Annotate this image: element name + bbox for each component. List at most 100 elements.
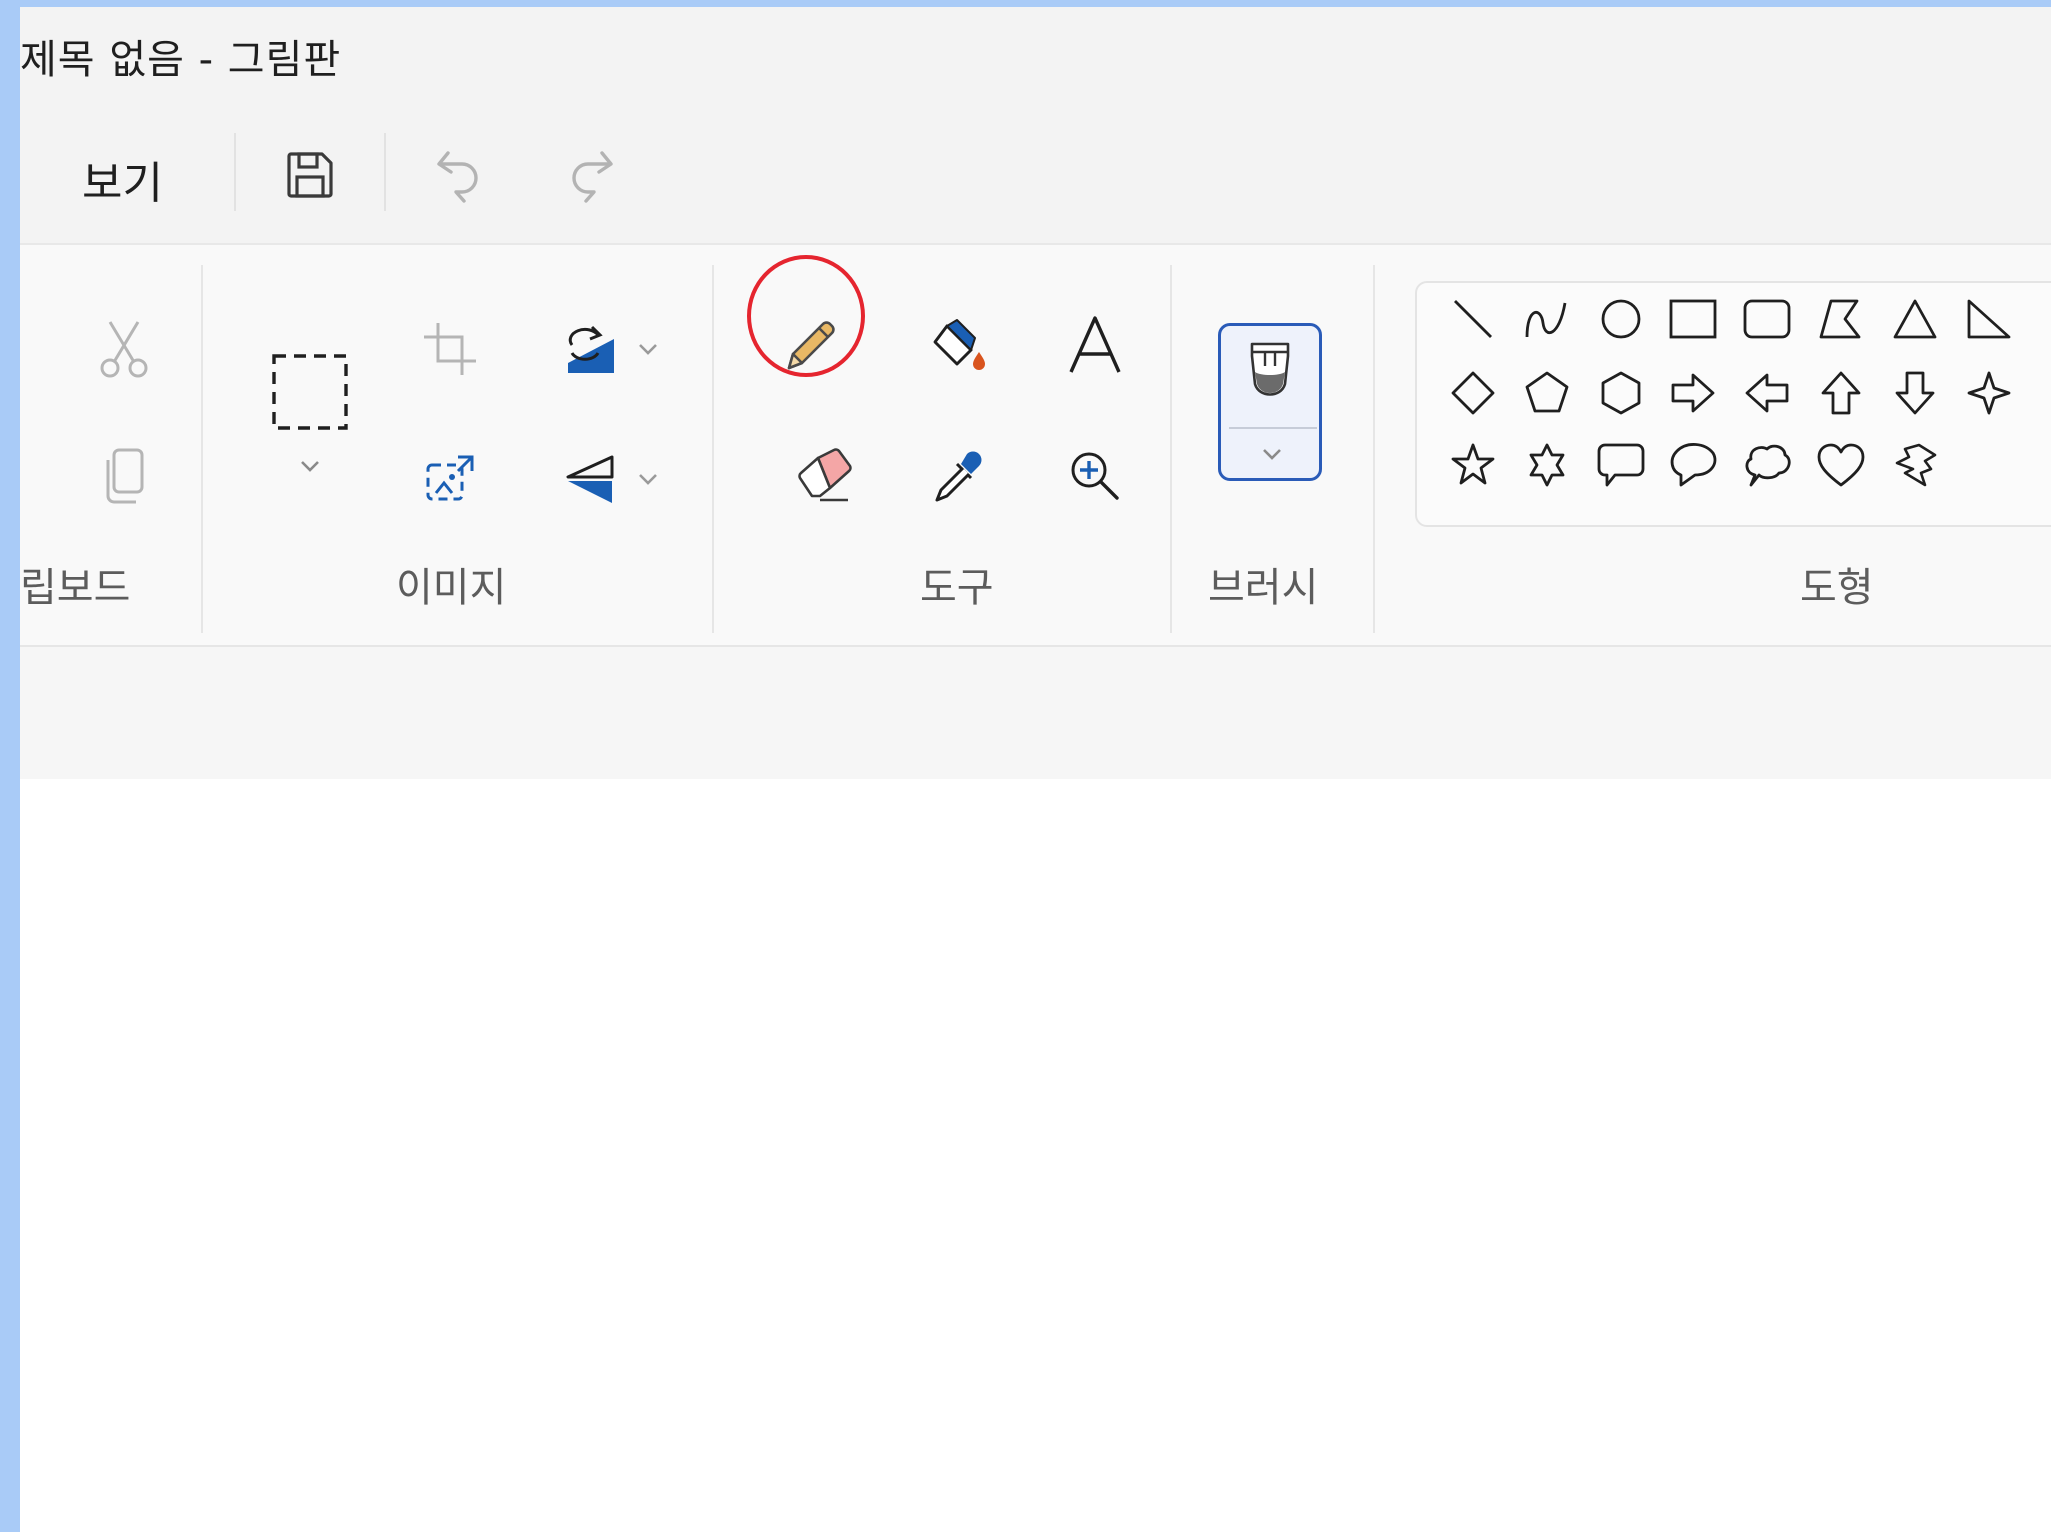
group-label-clipboard: 립보드 <box>20 565 131 611</box>
lightning-shape-icon <box>1895 443 1937 487</box>
rotate-icon <box>568 325 614 373</box>
redo-icon <box>572 151 613 203</box>
text-icon <box>1069 316 1121 373</box>
shape-rounded-rectangle[interactable] <box>1741 293 1793 345</box>
shape-line[interactable] <box>1447 293 1499 345</box>
six-point-star-shape-icon <box>1529 443 1565 487</box>
pentagon-shape-icon <box>1525 371 1569 413</box>
flip-dropdown-chevron[interactable] <box>634 469 662 489</box>
shape-six-point-star[interactable] <box>1521 439 1573 491</box>
shape-rounded-callout[interactable] <box>1595 439 1647 491</box>
flip-icon <box>566 455 614 503</box>
eraser-button[interactable] <box>780 431 870 521</box>
oval-callout-shape-icon <box>1670 443 1717 487</box>
rounded-rectangle-shape-icon <box>1743 299 1791 339</box>
shape-cloud-callout[interactable] <box>1741 439 1793 491</box>
brushes-button[interactable] <box>1218 323 1322 481</box>
line-shape-icon <box>1454 300 1492 338</box>
left-arrow-shape-icon <box>1745 373 1789 413</box>
window-title: 제목 없음 - 그림판 <box>20 37 342 83</box>
crop-icon <box>424 323 476 375</box>
chevron-down-icon <box>1263 449 1281 460</box>
crop-button[interactable] <box>410 309 490 389</box>
shape-polygon[interactable] <box>1815 293 1867 345</box>
up-arrow-shape-icon <box>1821 371 1861 415</box>
shape-pentagon[interactable] <box>1521 367 1573 419</box>
shape-oval[interactable] <box>1595 293 1647 345</box>
flip-button[interactable] <box>550 439 630 519</box>
shape-triangle[interactable] <box>1889 293 1941 345</box>
shape-heart[interactable] <box>1815 439 1867 491</box>
desktop-background-top <box>0 0 2051 7</box>
select-icon <box>272 354 348 430</box>
shape-right-triangle[interactable] <box>1963 293 2015 345</box>
cut-icon <box>100 321 148 378</box>
view-menu[interactable]: 보기 <box>82 147 163 211</box>
rectangle-shape-icon <box>1669 299 1717 339</box>
selected-tool-highlight <box>747 255 865 377</box>
rotate-button[interactable] <box>550 309 630 389</box>
ribbon-options-bar <box>20 645 2051 781</box>
undo-button[interactable] <box>420 135 500 215</box>
shape-left-arrow[interactable] <box>1741 367 1793 419</box>
save-button[interactable] <box>270 135 350 215</box>
shape-oval-callout[interactable] <box>1667 439 1719 491</box>
shapes-gallery <box>1415 281 2051 527</box>
group-label-brushes: 브러시 <box>1208 565 1319 611</box>
ribbon: 립보드 이미지 도구 브러시 도형 <box>20 243 2051 647</box>
fill-icon <box>933 319 985 370</box>
diamond-shape-icon <box>1451 371 1495 415</box>
heart-shape-icon <box>1817 443 1865 487</box>
text-button[interactable] <box>1050 301 1140 391</box>
rounded-callout-shape-icon <box>1597 443 1645 487</box>
group-label-tools: 도구 <box>920 565 994 611</box>
color-picker-button[interactable] <box>914 431 1004 521</box>
color-picker-icon <box>935 451 982 502</box>
redo-button[interactable] <box>550 135 630 215</box>
shape-hexagon[interactable] <box>1595 367 1647 419</box>
group-label-shapes: 도형 <box>1800 565 1874 611</box>
menu-separator <box>384 133 386 211</box>
resize-icon <box>426 455 474 501</box>
group-separator <box>712 265 714 633</box>
shape-four-point-star[interactable] <box>1963 367 2015 419</box>
shape-up-arrow[interactable] <box>1815 367 1867 419</box>
magnifier-button[interactable] <box>1050 431 1140 521</box>
shape-right-arrow[interactable] <box>1667 367 1719 419</box>
cut-button[interactable] <box>72 309 176 389</box>
cloud-callout-shape-icon <box>1745 444 1791 487</box>
right-triangle-shape-icon <box>1967 299 2011 339</box>
eraser-icon <box>798 448 852 502</box>
shape-diamond[interactable] <box>1447 367 1499 419</box>
shape-curve[interactable] <box>1521 293 1573 345</box>
undo-icon <box>437 151 478 203</box>
resize-button[interactable] <box>410 439 490 519</box>
paint-window: 제목 없음 - 그림판 보기 립보드 이미지 도구 브러시 도형 <box>20 7 2051 1532</box>
group-separator <box>201 265 203 633</box>
save-icon <box>287 152 333 198</box>
desktop-background-left <box>0 0 20 1532</box>
triangle-shape-icon <box>1893 299 1937 339</box>
drawing-canvas[interactable] <box>20 779 2051 1532</box>
right-arrow-shape-icon <box>1671 373 1715 413</box>
group-separator <box>1373 265 1375 633</box>
copy-button[interactable] <box>72 437 176 517</box>
fill-button[interactable] <box>914 301 1004 391</box>
brush-separator <box>1229 427 1317 429</box>
curve-shape-icon <box>1525 302 1567 338</box>
down-arrow-shape-icon <box>1895 371 1935 415</box>
brush-icon <box>1250 342 1290 396</box>
shape-rectangle[interactable] <box>1667 293 1719 345</box>
menu-separator <box>234 133 236 211</box>
chevron-down-icon <box>301 461 319 472</box>
polygon-shape-icon <box>1819 299 1861 339</box>
hexagon-shape-icon <box>1601 371 1641 415</box>
group-separator <box>1170 265 1172 633</box>
copy-icon <box>106 448 144 504</box>
shape-five-point-star[interactable] <box>1447 439 1499 491</box>
shape-down-arrow[interactable] <box>1889 367 1941 419</box>
oval-shape-icon <box>1601 299 1641 339</box>
shape-lightning[interactable] <box>1889 439 1941 491</box>
rotate-dropdown-chevron[interactable] <box>634 339 662 359</box>
select-button[interactable] <box>248 333 372 493</box>
